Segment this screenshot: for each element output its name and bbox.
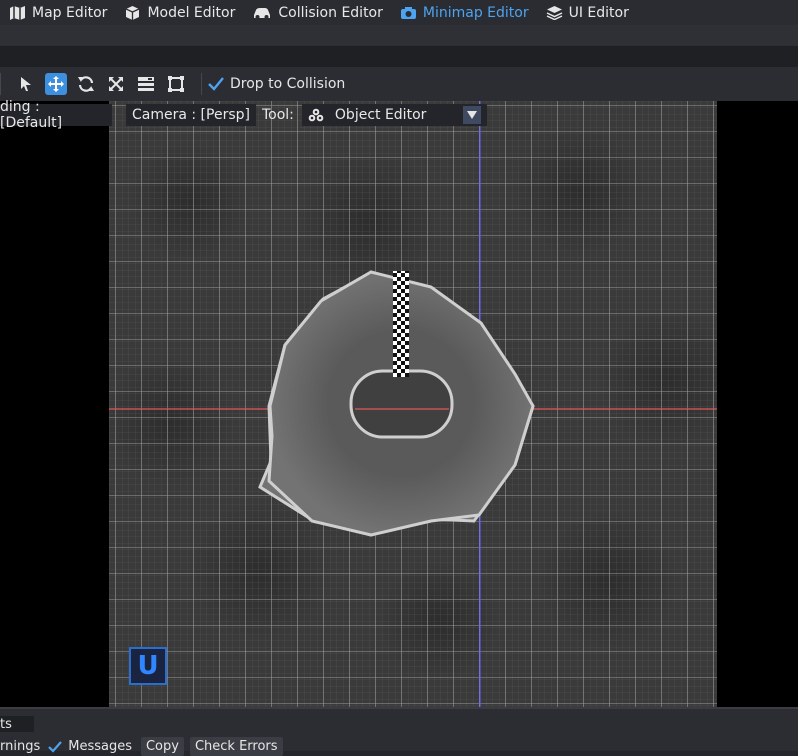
align-tool-button[interactable]	[135, 73, 157, 95]
output-filter-row: rnings Messages Copy Check Errors	[0, 737, 289, 756]
objects-icon	[308, 108, 324, 122]
left-black-panel	[0, 101, 109, 707]
checkmark-icon	[208, 77, 224, 91]
tab-collision-editor[interactable]: Collision Editor	[252, 5, 383, 21]
tab-label: Map Editor	[32, 4, 108, 21]
toolbar-divider	[201, 73, 202, 95]
secondary-strip	[0, 45, 798, 68]
layers-icon	[546, 5, 562, 20]
right-black-panel	[717, 101, 798, 707]
tab-minimap-editor[interactable]: Minimap Editor	[400, 5, 529, 21]
drop-to-collision-label[interactable]: Drop to Collision	[230, 76, 345, 92]
tool-prefix-label: Tool:	[261, 107, 294, 123]
tool-select-dropdown[interactable]: Object Editor	[301, 104, 487, 126]
tab-label: UI Editor	[568, 4, 629, 21]
tab-model-editor[interactable]: Model Editor	[124, 5, 235, 21]
transform-toolbar: Drop to Collision	[0, 67, 798, 101]
output-tab[interactable]: ts	[0, 716, 34, 732]
tab-map-editor[interactable]: Map Editor	[9, 5, 107, 21]
check-errors-button[interactable]: Check Errors	[189, 737, 283, 756]
tab-ui-editor[interactable]: UI Editor	[546, 5, 629, 21]
align-icon	[138, 77, 154, 91]
camera-icon	[400, 6, 416, 19]
rotate-tool-button[interactable]	[75, 73, 97, 95]
viewport-canvas	[109, 101, 717, 707]
shading-label: ding : [Default]	[0, 99, 63, 131]
camera-label: Camera : [Persp]	[132, 107, 250, 123]
unit-badge[interactable]: U	[129, 647, 167, 685]
drop-to-collision-checkbox[interactable]	[208, 76, 224, 92]
tool-value: Object Editor	[334, 107, 427, 123]
warnings-filter-label[interactable]: rnings	[0, 739, 40, 754]
rotate-icon	[78, 76, 94, 92]
viewport-info-bar: ding : [Default] Camera : [Persp] Tool: …	[0, 99, 487, 131]
move-arrows-icon	[48, 76, 64, 92]
scale-tool-button[interactable]	[105, 73, 127, 95]
messages-filter-label[interactable]: Messages	[68, 739, 132, 754]
toolbar-divider	[0, 73, 1, 95]
camera-mode-dropdown[interactable]: Camera : [Persp]	[126, 104, 256, 126]
tab-label: Model Editor	[147, 4, 236, 21]
triangle-down-icon	[466, 111, 477, 119]
dropdown-arrow-button[interactable]	[462, 106, 481, 124]
move-tool-button[interactable]	[45, 73, 67, 95]
expand-icon	[109, 77, 123, 91]
select-tool-button[interactable]	[15, 73, 37, 95]
map-icon	[10, 5, 25, 20]
tab-label: Collision Editor	[278, 4, 383, 21]
editor-tab-bar: Map Editor Model Editor Collision Editor…	[0, 0, 798, 25]
bounding-box-icon	[168, 76, 184, 92]
tab-label: Minimap Editor	[422, 4, 529, 21]
start-finish-line	[393, 271, 409, 377]
3d-viewport[interactable]	[109, 101, 717, 707]
menu-strip	[0, 25, 798, 45]
cursor-icon	[21, 77, 31, 91]
output-tab-label: ts	[0, 716, 12, 732]
output-panel-header	[0, 707, 798, 735]
car-icon	[254, 7, 271, 19]
copy-button[interactable]: Copy	[140, 737, 184, 756]
shading-mode-dropdown[interactable]: ding : [Default]	[0, 99, 112, 131]
bounds-tool-button[interactable]	[165, 73, 187, 95]
cube-icon	[126, 5, 140, 20]
